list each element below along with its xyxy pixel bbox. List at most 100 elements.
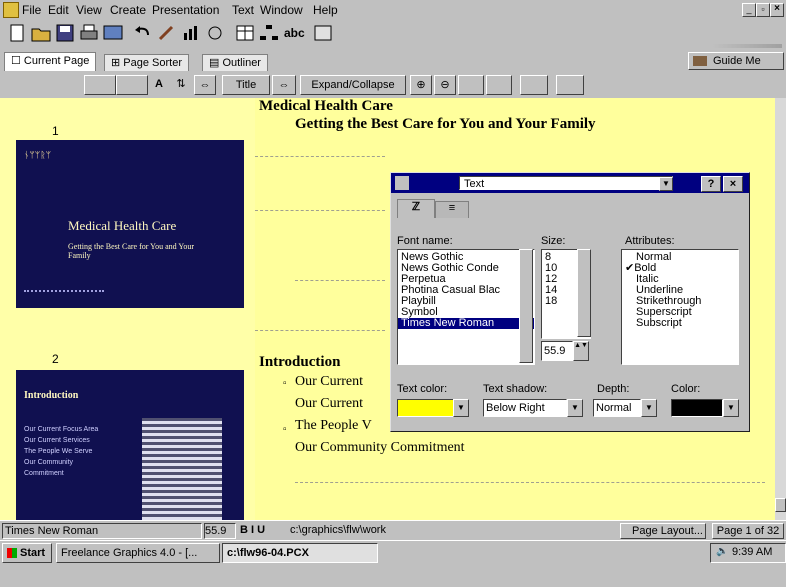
menu-create[interactable]: Create (110, 3, 146, 17)
outline-mode-button[interactable] (84, 75, 116, 95)
bullet-2[interactable]: Our Current (295, 396, 363, 412)
slide-2-thumb-title: Introduction (24, 390, 79, 401)
text-color-dropdown-icon[interactable]: ▼ (453, 399, 469, 417)
divider (255, 330, 385, 331)
slide-1-thumbnail[interactable]: ᚾᛘᛘᚱᛘ Medical Health Care Getting the Be… (16, 140, 244, 308)
bullet-3[interactable]: The People V (295, 418, 372, 434)
properties-for-select[interactable]: Text (459, 176, 673, 190)
status-path[interactable]: c:\graphics\flw\work (290, 524, 386, 536)
menu-edit[interactable]: Edit (48, 3, 69, 17)
tab-current-page[interactable]: ☐ Current Page (4, 52, 97, 71)
print-icon[interactable] (78, 23, 100, 43)
shadow-color-dropdown-icon[interactable]: ▼ (723, 399, 739, 417)
speaker-icon[interactable]: 🔈 (716, 546, 728, 557)
text-shadow-dropdown-icon[interactable]: ▼ (567, 399, 583, 417)
slide-2-thumb-bullet: Our Current Services (24, 437, 90, 444)
bullet-4[interactable]: Our Community Commitment (295, 440, 465, 456)
save-icon[interactable] (54, 23, 76, 43)
expand-all-icon[interactable] (458, 75, 484, 95)
slide-2-thumbnail[interactable]: Introduction Our Current Focus Area Our … (16, 370, 244, 520)
text-shadow-select[interactable]: Below Right (483, 399, 567, 417)
font-option-selected[interactable]: Times New Roman (398, 318, 534, 329)
properties-icon (395, 176, 409, 190)
clock[interactable]: 9:39 AM (732, 546, 772, 558)
demote-icon[interactable]: ⇔ (272, 75, 296, 95)
color-label: Color: (671, 383, 701, 395)
text-color-picker[interactable] (397, 399, 455, 417)
expand-collapse-button[interactable]: Expand/Collapse (300, 75, 406, 95)
attribute-option[interactable]: Subscript (622, 318, 738, 329)
print-outline-icon[interactable] (556, 75, 584, 95)
sort-icon[interactable]: ⇅ (172, 75, 190, 93)
status-page-number[interactable]: Page 1 of 32 (712, 523, 784, 539)
menu-window[interactable]: Window (260, 3, 303, 17)
title-button[interactable]: Title (222, 75, 270, 95)
dialog-close-button[interactable]: × (723, 176, 743, 192)
slide-1-number: 1 (52, 124, 59, 138)
open-folder-icon[interactable] (30, 23, 52, 43)
menu-file[interactable]: File (22, 3, 41, 17)
size-scrollbar[interactable] (577, 249, 591, 337)
insert-text-icon[interactable]: A (150, 75, 168, 93)
grid-icon[interactable] (312, 23, 334, 43)
checkmark-icon: ✔ (625, 262, 635, 274)
start-button[interactable]: Start (2, 543, 52, 563)
help-button[interactable]: ? (701, 176, 721, 192)
close-button[interactable]: × (770, 3, 784, 17)
size-spinner[interactable]: ▲▼ (573, 341, 589, 361)
task-pcx-image[interactable]: c:\flw96-04.PCX (222, 543, 378, 563)
slide-2-title[interactable]: Introduction (259, 354, 340, 371)
font-scrollbar[interactable] (519, 249, 533, 363)
menu-text[interactable]: Text (232, 3, 254, 17)
slide-1-title[interactable]: Medical Health Care (259, 98, 393, 115)
slide-2-thumb-bullets: Our Current Focus Area Our Current Servi… (24, 424, 104, 479)
screenshow-icon[interactable] (102, 23, 124, 43)
show-page-icon[interactable] (520, 75, 548, 95)
status-page-layout[interactable]: Page Layout... (620, 523, 706, 539)
font-name-list[interactable]: News Gothic News Gothic Conde Perpetua P… (397, 249, 535, 365)
menu-help[interactable]: Help (313, 3, 338, 17)
tab-alignment[interactable]: ≡ (435, 201, 469, 218)
outline-format-button[interactable] (116, 75, 148, 95)
guide-icon (693, 56, 707, 67)
collapse-icon[interactable]: ⊖ (434, 75, 456, 95)
organization-chart-icon[interactable] (258, 23, 280, 43)
table-icon[interactable] (234, 23, 256, 43)
paintbrush-icon[interactable] (156, 23, 178, 43)
arrow-icon[interactable]: ⇔ (194, 75, 216, 95)
spell-check-button[interactable]: abc (284, 26, 305, 40)
restore-button[interactable]: ▫ (756, 3, 770, 17)
attributes-label: Attributes: (625, 235, 675, 247)
depth-dropdown-icon[interactable]: ▼ (641, 399, 657, 417)
divider (295, 482, 765, 483)
app-icon[interactable] (3, 2, 19, 18)
dropdown-arrow-icon[interactable]: ▼ (659, 177, 673, 191)
attributes-list[interactable]: Normal ✔Bold Italic Underline Strikethro… (621, 249, 739, 365)
task-freelance-graphics[interactable]: Freelance Graphics 4.0 - [... (56, 543, 220, 563)
depth-select[interactable]: Normal (593, 399, 641, 417)
status-font[interactable]: Times New Roman (2, 523, 202, 539)
status-size[interactable]: 55.9 (204, 523, 236, 539)
expand-icon[interactable]: ⊕ (410, 75, 432, 95)
undo-icon[interactable] (132, 23, 154, 43)
font-name-label: Font name: (397, 235, 453, 247)
collapse-all-icon[interactable] (486, 75, 512, 95)
chart-icon[interactable] (180, 23, 202, 43)
tab-page-sorter-label: Page Sorter (123, 57, 182, 69)
tab-font-attributes[interactable]: ℤ (397, 199, 435, 218)
menu-view[interactable]: View (76, 3, 102, 17)
scroll-thumb[interactable] (775, 498, 786, 512)
new-icon[interactable] (6, 23, 28, 43)
shadow-color-picker[interactable] (671, 399, 723, 417)
guide-me-button[interactable]: Guide Me (688, 52, 784, 70)
slide-1-subtitle[interactable]: Getting the Best Care for You and Your F… (295, 116, 596, 133)
bullet-1[interactable]: Our Current (295, 374, 363, 390)
status-style[interactable]: B I U (240, 524, 265, 536)
tab-outliner[interactable]: ▤ Outliner (202, 54, 268, 71)
size-input[interactable]: 55.9 (541, 341, 573, 361)
tab-page-sorter[interactable]: ⊞ Page Sorter (104, 54, 189, 71)
symbol-icon[interactable] (204, 23, 226, 43)
vertical-scrollbar[interactable] (775, 98, 786, 520)
minimize-button[interactable]: _ (742, 3, 756, 17)
menu-presentation[interactable]: Presentation (152, 3, 219, 17)
